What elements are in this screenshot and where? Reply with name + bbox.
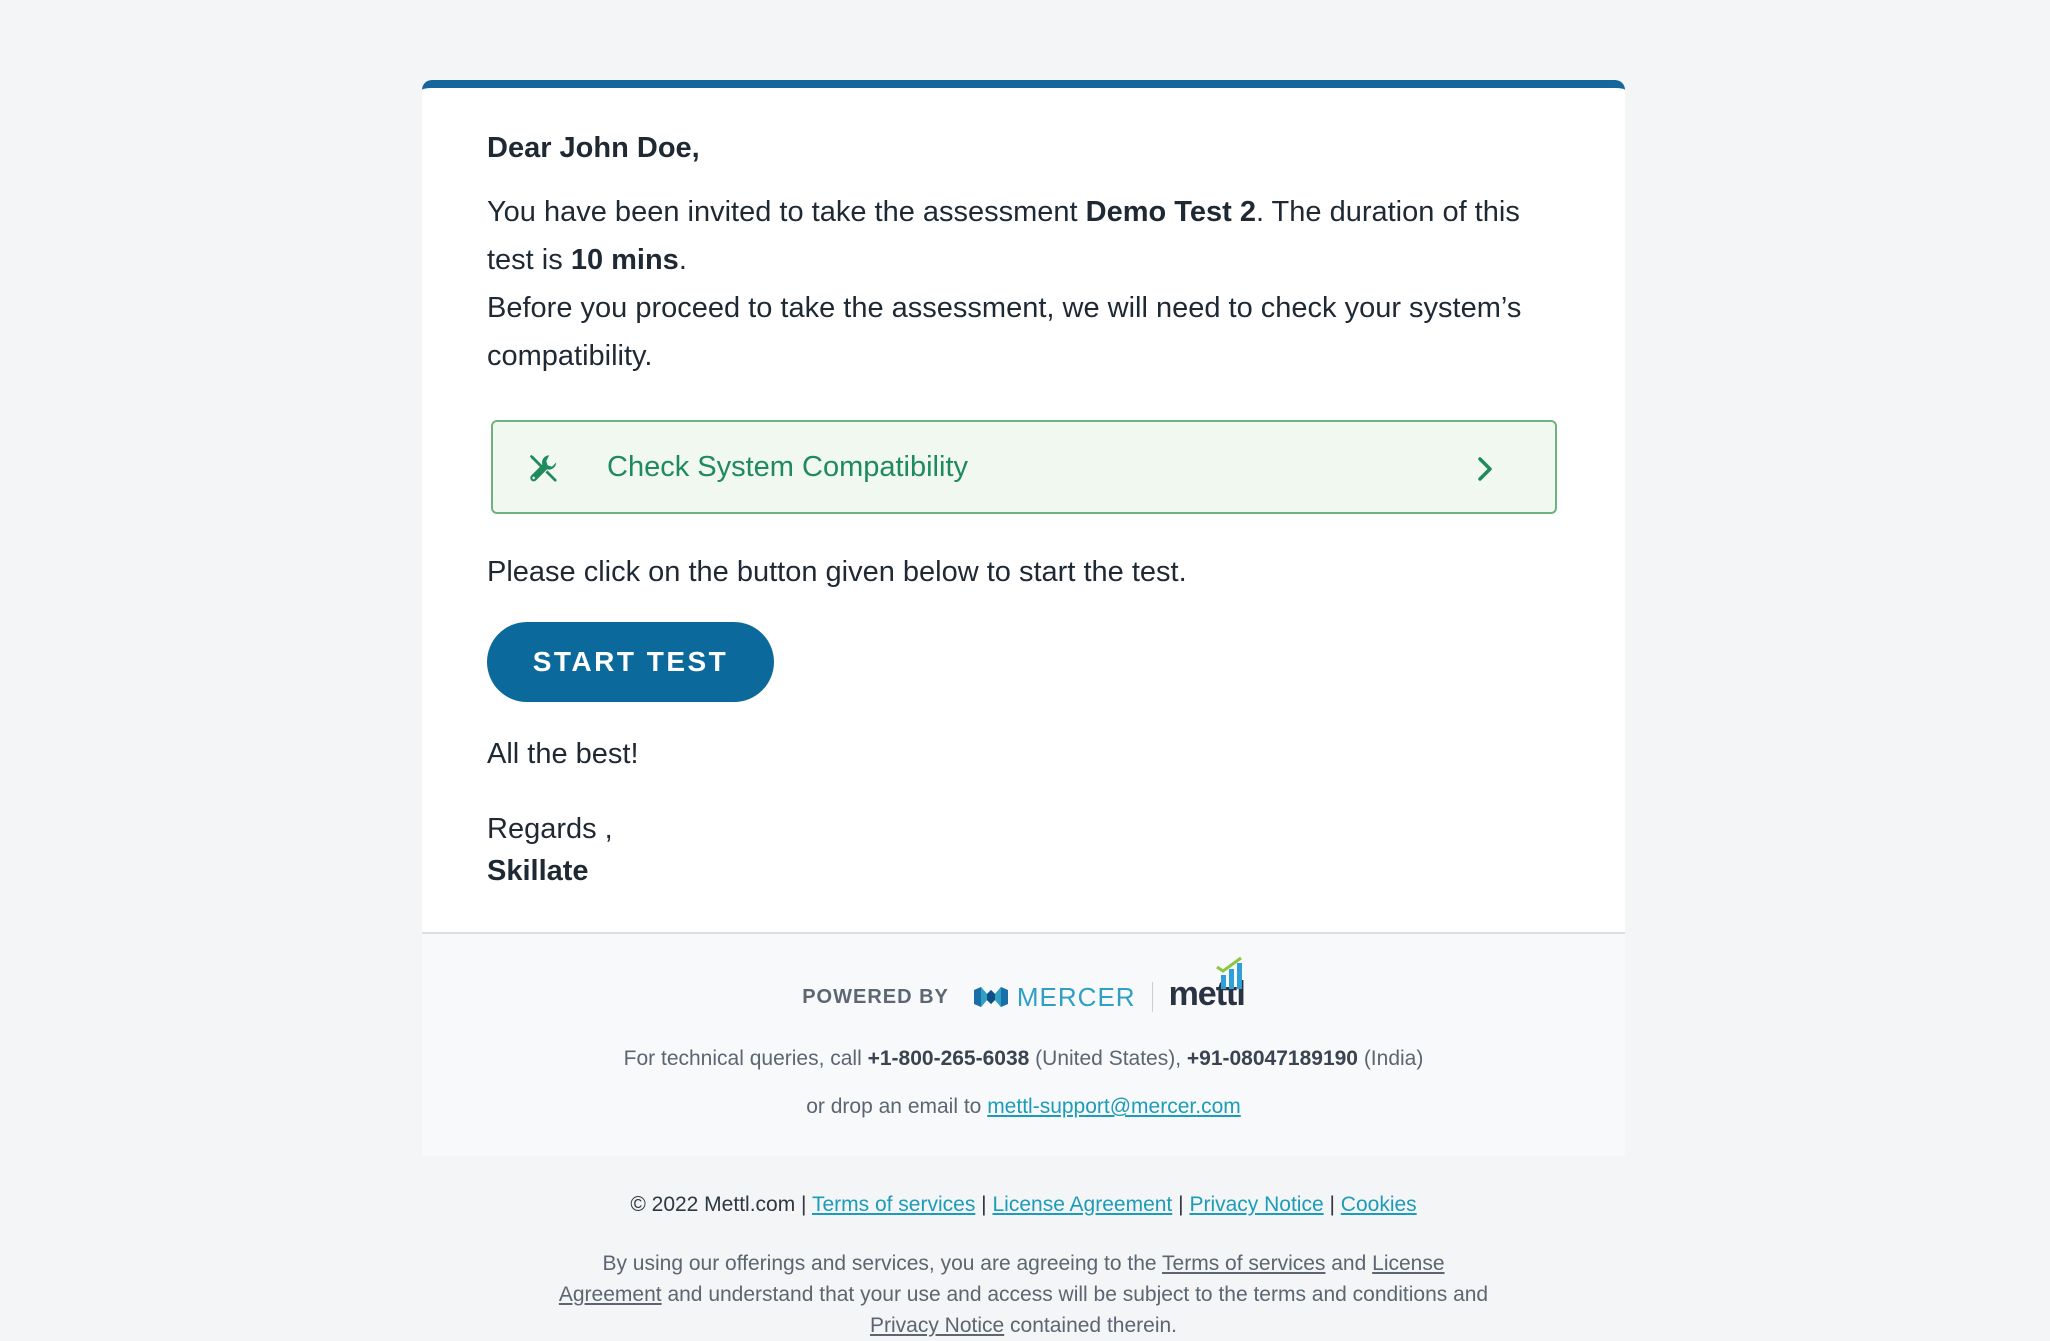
link-separator: | [1178, 1193, 1184, 1216]
greeting: Dear John Doe, [487, 132, 700, 164]
technical-support-line: For technical queries, call +1-800-265-6… [422, 1044, 1625, 1074]
privacy-notice-link[interactable]: Privacy Notice [1189, 1193, 1323, 1216]
intro-text: . [678, 244, 687, 276]
signature: Skillate [487, 855, 589, 887]
agree-privacy-link[interactable]: Privacy Notice [870, 1314, 1004, 1337]
closing-text: All the best! [487, 738, 639, 770]
test-duration: 10 mins [570, 244, 679, 276]
powered-by-label: POWERED BY [802, 985, 949, 1008]
regards-text: Regards , [487, 813, 613, 845]
mercer-mark-icon [973, 987, 1008, 1007]
link-separator: | [1329, 1193, 1335, 1216]
powered-by-row: POWERED BY MERCER mettl [422, 956, 1625, 1022]
terms-of-services-link[interactable]: Terms of services [812, 1193, 975, 1216]
start-test-button[interactable]: START TEST [487, 622, 774, 702]
cookies-link[interactable]: Cookies [1341, 1193, 1417, 1216]
support-email-link[interactable]: mettl-support@mercer.com [987, 1095, 1241, 1118]
legal-footer: © 2022 Mettl.com | Terms of services | L… [422, 1190, 1625, 1341]
mettl-chart-icon [1215, 956, 1242, 989]
email-body: Dear John Doe, You have been invited to … [422, 88, 1625, 932]
agree-terms-link[interactable]: Terms of services [1162, 1252, 1325, 1275]
support-email-line: or drop an email to mettl-support@mercer… [422, 1092, 1625, 1122]
legal-links-row: © 2022 Mettl.com | Terms of services | L… [422, 1190, 1625, 1220]
intro-paragraph: You have been invited to take the assess… [487, 188, 1561, 380]
intro-text: You have been invited to take the assess… [487, 196, 1086, 228]
mercer-logo: MERCER [973, 982, 1136, 1013]
license-agreement-link[interactable]: License Agreement [992, 1193, 1172, 1216]
mercer-wordmark: MERCER [1016, 981, 1136, 1012]
agree-suffix: contained therein. [1004, 1314, 1177, 1337]
mettl-logo: mettl [1169, 956, 1246, 1014]
india-label: (India) [1357, 1047, 1424, 1070]
phone-india: +91-08047189190 [1186, 1047, 1358, 1070]
agree-and: and [1325, 1252, 1373, 1275]
us-label: (United States), [1029, 1047, 1187, 1070]
phone-us: +1-800-265-6038 [867, 1047, 1030, 1070]
check-compatibility-button[interactable]: Check System Compatibility [491, 420, 1557, 514]
start-instruction: Please click on the button given below t… [487, 556, 1187, 588]
agree-middle: and understand that your use and access … [661, 1283, 1489, 1306]
agree-prefix: By using our offerings and services, you… [602, 1252, 1163, 1275]
email-prefix: or drop an email to [806, 1095, 988, 1118]
support-footer: POWERED BY MERCER mettl For technical qu… [422, 934, 1625, 1156]
email-card: Dear John Doe, You have been invited to … [422, 80, 1625, 1156]
agreement-text: By using our offerings and services, you… [559, 1248, 1489, 1341]
tech-prefix: For technical queries, call [623, 1047, 868, 1070]
copyright-text: © 2022 Mettl.com | [630, 1193, 812, 1216]
logo-separator [1151, 982, 1153, 1012]
link-separator: | [981, 1193, 987, 1216]
compatibility-notice: Before you proceed to take the assessmen… [487, 292, 1522, 372]
assessment-name: Demo Test 2 [1085, 196, 1256, 228]
tools-icon [529, 454, 557, 482]
chevron-right-icon [1478, 457, 1492, 481]
check-compatibility-label: Check System Compatibility [607, 450, 968, 483]
